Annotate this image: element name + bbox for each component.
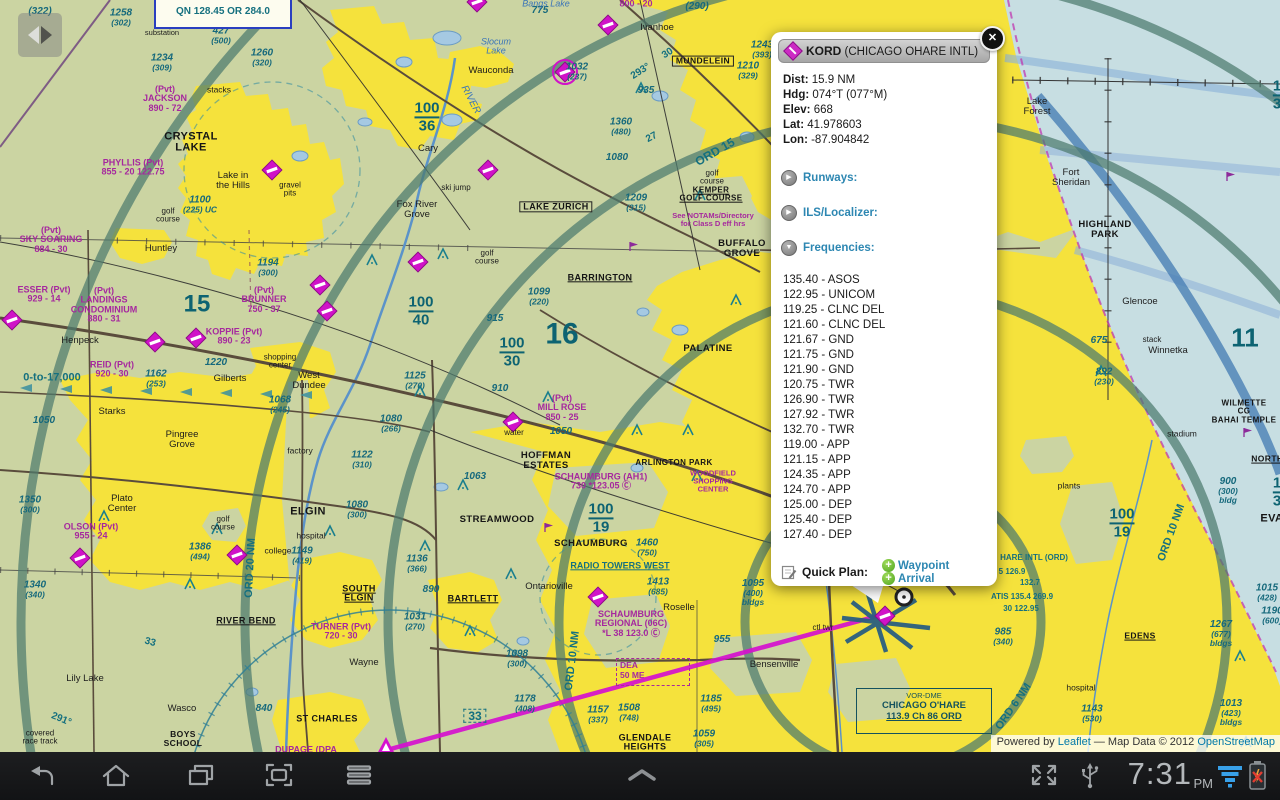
airport-info-popup: KORD (CHICAGO OHARE INTL) ✕ Dist: 15.9 N… [771,32,997,586]
popup-header: KORD (CHICAGO OHARE INTL) [778,39,990,63]
airport-symbol[interactable] [145,332,165,352]
close-button[interactable]: ✕ [980,26,1005,51]
map-basemap [0,0,1280,752]
info-row: Hdg: 074°T (077°M) [783,89,887,104]
airport-symbol[interactable] [553,60,577,84]
vor-type: VOR-DME [857,691,991,700]
chevron-right-icon [41,26,52,44]
fullscreen-button[interactable] [1028,761,1060,791]
attribution-middle: — Map Data © 2012 [1094,736,1194,748]
vor-name: CHICAGO O'HARE [857,700,991,711]
airport-symbol[interactable] [186,328,206,348]
clock[interactable]: 7:31 [1128,756,1192,792]
frequency-row: 121.67 - GND [783,334,885,349]
expand-icon: ▶ [781,205,797,221]
vor-freq: 113.9 Ch 86 ORD [857,711,991,722]
airport-symbol[interactable] [478,160,498,180]
battery-status-icon [1249,761,1266,790]
attribution-text: Powered by [997,736,1055,748]
quick-plan-actions: +Waypoint+Arrival [873,559,949,585]
plus-icon: + [882,559,895,572]
info-row: Lon: -87.904842 [783,134,887,149]
section-label: ILS/Localizer: [803,207,878,219]
frequency-row: 124.70 - APP [783,484,885,499]
expand-icon: ▶ [781,170,797,186]
collapse-icon: ▼ [781,240,797,256]
section-label: Runways: [803,172,857,184]
system-navigation-bar: 7:31 PM [0,752,1280,800]
drawer-handle[interactable] [18,13,62,57]
frequency-row: 120.75 - TWR [783,379,885,394]
frequency-box: QN 128.45 OR 284.0 [154,0,292,29]
frequency-row: 121.90 - GND [783,364,885,379]
back-button[interactable] [27,761,59,791]
quick-plan-bar: Quick Plan: +Waypoint+Arrival [781,559,949,585]
action-label: Arrival [898,573,934,585]
usb-icon [1074,761,1106,791]
screenshot-button[interactable] [263,761,295,791]
wifi-signal-icon [1218,764,1242,788]
frequency-list: 135.40 - ASOS122.95 - UNICOM119.25 - CLN… [783,274,885,544]
chevron-left-icon [28,26,39,44]
section-label: Frequencies: [803,242,875,254]
section-toggle-frequencies[interactable]: ▼ Frequencies: [781,240,875,256]
quick-plan-label: Quick Plan: [802,565,868,579]
notepad-icon [781,564,797,580]
popup-tail [846,583,886,605]
screen: (322)1258(302)427(500)1234(309)1260(320)… [0,0,1280,800]
dea-line2: 50 ME [620,670,686,680]
info-row: Dist: 15.9 NM [783,74,887,89]
airport-info-list: Dist: 15.9 NMHdg: 074°T (077°M)Elev: 668… [783,74,887,149]
quick-plan-waypoint-button[interactable]: +Waypoint [882,559,949,572]
airport-symbol[interactable] [2,310,22,330]
clock-meridiem: PM [1194,776,1214,791]
frequency-row: 119.00 - APP [783,439,885,454]
frequency-row: 122.95 - UNICOM [783,289,885,304]
plus-icon: + [882,572,895,585]
expand-notifications-chevron[interactable] [622,761,662,791]
action-label: Waypoint [898,560,949,572]
frequency-row: 125.00 - DEP [783,499,885,514]
section-toggle-runways[interactable]: ▶ Runways: [781,170,857,186]
frequency-row: 132.70 - TWR [783,424,885,439]
frequency-row: 127.40 - DEP [783,529,885,544]
airport-symbol[interactable] [310,275,330,295]
airport-symbol[interactable] [408,252,428,272]
map-attribution: Powered by Leaflet — Map Data © 2012 Ope… [991,735,1280,753]
airport-symbol[interactable] [70,548,90,568]
quick-plan-arrival-button[interactable]: +Arrival [882,572,949,585]
frequency-row: 121.15 - APP [783,454,885,469]
frequency-row: 126.90 - TWR [783,394,885,409]
frequency-row: 121.60 - CLNC DEL [783,319,885,334]
leaflet-link[interactable]: Leaflet [1058,736,1091,748]
frequency-row: 125.40 - DEP [783,514,885,529]
frequency-row: 135.40 - ASOS [783,274,885,289]
airport-diamond-icon [783,41,803,61]
section-toggle-ilslocalizer[interactable]: ▶ ILS/Localizer: [781,205,878,221]
frequency-row: 121.75 - GND [783,349,885,364]
home-button[interactable] [100,761,132,791]
frequency-row: 127.92 - TWR [783,409,885,424]
openstreetmap-link[interactable]: OpenStreetMap [1197,736,1275,748]
frequency-row: 119.25 - CLNC DEL [783,304,885,319]
airport-symbol[interactable] [467,0,487,12]
dea-line1: DEA [620,660,686,670]
vor-info-box: VOR-DME CHICAGO O'HARE 113.9 Ch 86 ORD [856,688,992,734]
info-row: Lat: 41.978603 [783,119,887,134]
recent-apps-button[interactable] [185,761,217,791]
map-canvas[interactable]: (322)1258(302)427(500)1234(309)1260(320)… [0,0,1280,752]
frequency-row: 124.35 - APP [783,469,885,484]
dea-box: DEA 50 ME [616,658,690,686]
info-row: Elev: 668 [783,104,887,119]
menu-button[interactable] [343,761,375,791]
popup-title: KORD (CHICAGO OHARE INTL) [806,44,978,58]
